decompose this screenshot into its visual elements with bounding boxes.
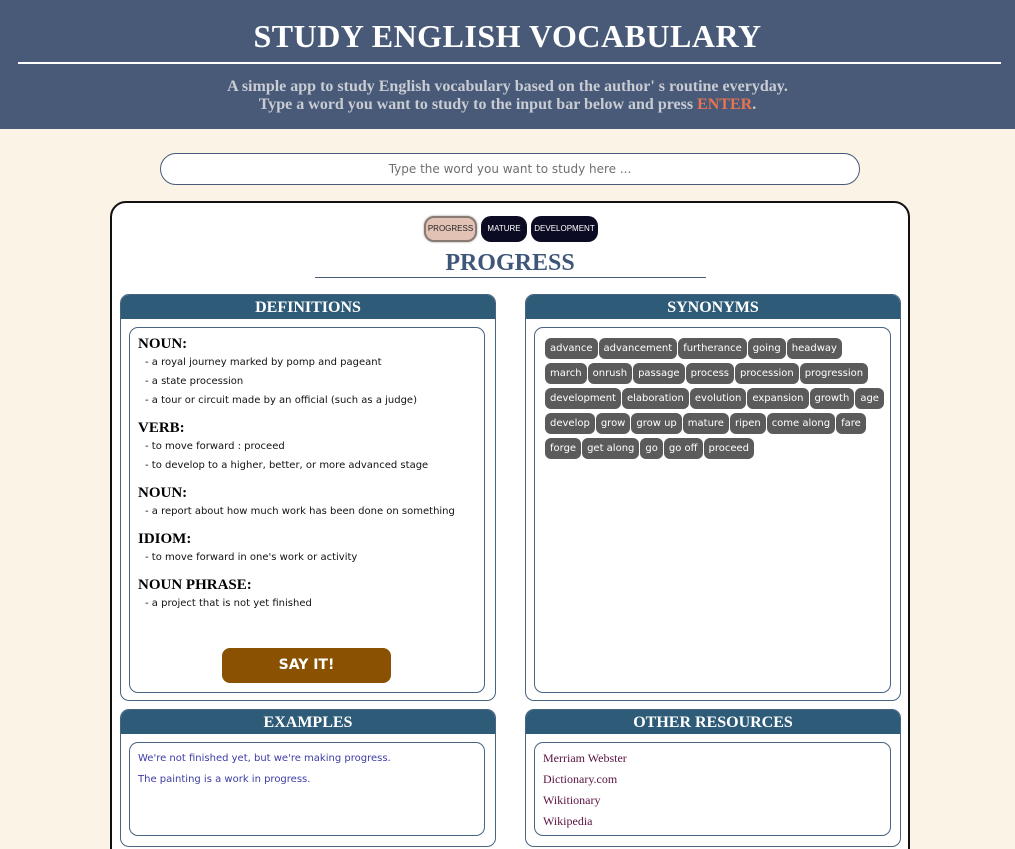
definition-item: - a royal journey marked by pomp and pag…: [145, 357, 382, 368]
word-panel: PROGRESS MATURE DEVELOPMENT PROGRESS DEF…: [110, 201, 910, 849]
subtitle-period: .: [752, 96, 757, 113]
examples-body: We're not finished yet, but we're making…: [129, 742, 485, 836]
synonym-chip[interactable]: age: [855, 388, 884, 409]
examples-card: EXAMPLES We're not finished yet, but we'…: [120, 709, 496, 847]
resource-link[interactable]: Wikitionary: [543, 790, 890, 811]
definition-item: - to move forward in one's work or activ…: [145, 552, 358, 563]
synonym-chip[interactable]: process: [685, 363, 735, 384]
tab-mature[interactable]: MATURE: [481, 216, 527, 242]
part-of-speech-label: IDIOM:: [138, 531, 192, 547]
synonym-chip[interactable]: going: [747, 338, 786, 359]
subtitle-line2: Type a word you want to study to the inp…: [258, 96, 698, 113]
subtitle-line1: A simple app to study English vocabulary…: [227, 78, 788, 95]
definitions-list: NOUN: - a royal journey marked by pomp an…: [130, 336, 484, 613]
synonym-chip[interactable]: forge: [545, 438, 582, 459]
synonym-chip[interactable]: furtherance: [678, 338, 747, 359]
examples-list: We're not finished yet, but we're making…: [130, 748, 484, 790]
example-sentence: The painting is a work in progress.: [138, 774, 311, 785]
synonym-chip[interactable]: development: [545, 388, 621, 409]
synonym-chip[interactable]: go: [640, 438, 663, 459]
word-search-input[interactable]: [160, 153, 860, 185]
synonym-chip[interactable]: advance: [545, 338, 598, 359]
definition-group: NOUN PHRASE: - a project that is not yet …: [130, 577, 484, 613]
synonym-chip[interactable]: mature: [682, 413, 729, 434]
synonyms-list: advance advancement furtherance going headwa…: [545, 338, 885, 463]
synonym-chip[interactable]: get along: [582, 438, 640, 459]
definition-item: - a report about how much work has been …: [145, 506, 455, 517]
synonym-chip[interactable]: ripen: [729, 413, 766, 434]
definition-item: - a tour or circuit made by an official …: [145, 395, 417, 406]
synonyms-body: advance advancement furtherance going headwa…: [534, 327, 891, 693]
definition-item: - to move forward : proceed: [145, 441, 285, 452]
part-of-speech-label: NOUN:: [138, 485, 188, 501]
definition-item: - to develop to a higher, better, or mor…: [145, 460, 429, 471]
synonym-chip[interactable]: fare: [836, 413, 866, 434]
definitions-heading: DEFINITIONS: [121, 295, 495, 319]
synonym-chip[interactable]: develop: [545, 413, 595, 434]
definition-group: NOUN: - a report about how much work has …: [130, 485, 484, 521]
definition-item: - a state procession: [145, 376, 244, 387]
app-subtitle: A simple app to study English vocabulary…: [0, 78, 1015, 114]
part-of-speech-label: NOUN:: [138, 336, 188, 352]
app-header: STUDY ENGLISH VOCABULARY A simple app to…: [0, 0, 1015, 129]
word-title-underline: [315, 277, 706, 278]
say-it-button[interactable]: SAY IT!: [222, 648, 391, 683]
definition-group: NOUN: - a royal journey marked by pomp an…: [130, 336, 484, 410]
examples-heading: EXAMPLES: [121, 710, 495, 734]
synonym-chip[interactable]: progression: [799, 363, 869, 384]
synonym-chip[interactable]: growth: [809, 388, 855, 409]
resource-link[interactable]: Wikipedia: [543, 811, 890, 832]
part-of-speech-label: NOUN PHRASE:: [138, 577, 252, 593]
word-title: PROGRESS: [445, 250, 575, 276]
tab-development[interactable]: DEVELOPMENT: [531, 216, 598, 242]
resource-link[interactable]: Dictionary.com: [543, 769, 890, 790]
synonym-chip[interactable]: passage: [633, 363, 685, 384]
definition-group: IDIOM: - to move forward in one's work or…: [130, 531, 484, 567]
definitions-body: NOUN: - a royal journey marked by pomp an…: [129, 327, 485, 693]
definition-group: VERB: - to move forward : proceed - to dev…: [130, 420, 484, 475]
header-divider: [18, 62, 1001, 64]
resources-card: OTHER RESOURCES Merriam Webster Dictionar…: [525, 709, 901, 847]
synonym-chip[interactable]: march: [545, 363, 587, 384]
synonym-chip[interactable]: elaboration: [621, 388, 689, 409]
synonyms-card: SYNONYMS advance advancement furtherance go…: [525, 294, 901, 701]
synonym-chip[interactable]: headway: [786, 338, 842, 359]
synonym-chip[interactable]: procession: [735, 363, 799, 384]
synonym-chip[interactable]: go off: [663, 438, 703, 459]
synonym-chip[interactable]: come along: [766, 413, 836, 434]
resource-link[interactable]: Merriam Webster: [543, 748, 890, 769]
app-title: STUDY ENGLISH VOCABULARY: [253, 18, 762, 54]
synonym-chip[interactable]: grow: [595, 413, 631, 434]
synonym-chip[interactable]: advancement: [598, 338, 678, 359]
tab-progress[interactable]: PROGRESS: [424, 216, 477, 242]
synonym-chip[interactable]: grow up: [631, 413, 682, 434]
resources-body: Merriam Webster Dictionary.com Wikitionary…: [534, 742, 891, 836]
part-of-speech-label: VERB:: [138, 420, 185, 436]
definition-item: - a project that is not yet finished: [145, 598, 312, 609]
resources-list: Merriam Webster Dictionary.com Wikitionary…: [535, 748, 890, 832]
definitions-card: DEFINITIONS NOUN: - a royal journey marke…: [120, 294, 496, 701]
resources-heading: OTHER RESOURCES: [526, 710, 900, 734]
example-sentence: We're not finished yet, but we're making…: [138, 753, 391, 764]
synonym-chip[interactable]: proceed: [703, 438, 755, 459]
enter-keyword: ENTER: [697, 96, 753, 113]
synonym-chip[interactable]: evolution: [689, 388, 747, 409]
synonym-chip[interactable]: expansion: [747, 388, 809, 409]
synonyms-heading: SYNONYMS: [526, 295, 900, 319]
synonym-chip[interactable]: onrush: [587, 363, 633, 384]
